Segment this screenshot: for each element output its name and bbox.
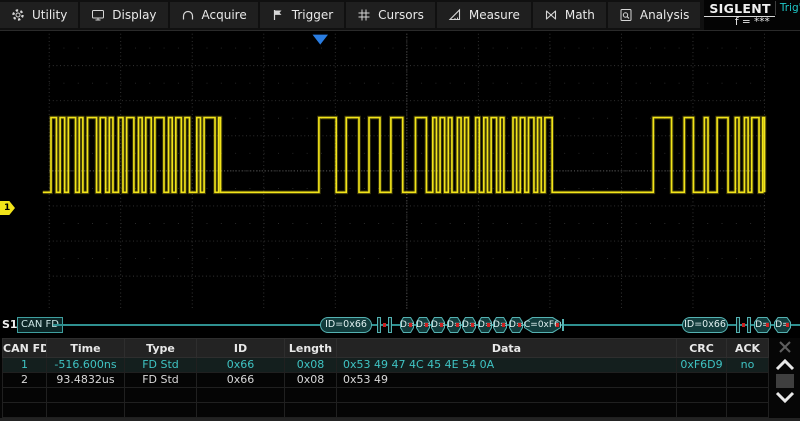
table-cell[interactable]: 0x53 49 [337,373,677,388]
table-cell[interactable] [125,403,197,418]
menu-item-label: Math [565,8,595,22]
menu-item-acquire[interactable]: Acquire [170,2,258,28]
frequency-readout: f = *** [704,16,800,29]
menu-item-label: Display [112,8,156,22]
table-cell[interactable]: no [727,358,769,373]
table-cell[interactable] [2,388,47,403]
scroll-down-button[interactable] [769,389,800,406]
table-cell[interactable] [125,388,197,403]
menu-item-cursors[interactable]: Cursors [346,2,435,28]
top-menu-bar: Utility Display Acquire Trigger Cursors Measu… [0,0,800,30]
menu-item-display[interactable]: Display [80,2,167,28]
table-cell[interactable] [727,373,769,388]
column-header: Time [47,338,125,358]
menu-item-label: Measure [469,8,520,22]
column-header: CAN FD [2,338,47,358]
trigger-status-badge: Trig'd [775,1,800,15]
menu-item-label: Trigger [292,8,333,22]
menu-item-trigger[interactable]: Trigger [260,2,344,28]
menu-item-label: Utility [32,8,67,22]
menu-item-measure[interactable]: Measure [437,2,531,28]
table-cell[interactable]: 0x66 [197,373,285,388]
table-cell[interactable]: FD Std [125,358,197,373]
column-header: CRC [677,338,727,358]
table-cell[interactable] [337,403,677,418]
table-cell[interactable] [285,403,337,418]
status-block: SIGLENT Trig'd f = *** [704,0,800,30]
measure-icon [448,8,462,22]
table-cell[interactable]: 0x66 [197,358,285,373]
table-cell[interactable] [197,403,285,418]
table-cell[interactable]: 2 [2,373,47,388]
table-cell[interactable] [285,388,337,403]
table-cell[interactable] [337,388,677,403]
table-cell[interactable]: 93.4832us [47,373,125,388]
table-cell[interactable] [677,403,727,418]
menu-item-label: Acquire [202,8,247,22]
table-scroll-column [769,338,800,418]
scrollbar-thumb[interactable] [776,374,794,388]
table-cell[interactable]: 0xF6D9 [677,358,727,373]
table-cell[interactable]: FD Std [125,373,197,388]
math-icon [544,8,558,22]
menu-item-analysis[interactable]: Analysis [608,2,700,28]
gear-icon [11,8,25,22]
table-cell[interactable] [727,388,769,403]
menu-item-math[interactable]: Math [533,2,606,28]
waveform-display[interactable]: 1 S1 CAN FD ID=0x66D=D=D=D=D=D=D=D=C=0xF… [0,30,800,338]
menu: Utility Display Acquire Trigger Cursors Measu… [0,0,702,30]
monitor-icon [91,8,105,22]
table-body: 1-516.600nsFD Std0x660x080x53 49 47 4C 4… [2,358,769,418]
table-cell[interactable] [197,388,285,403]
table-cell[interactable]: 0x53 49 47 4C 45 4E 54 0A [337,358,677,373]
analysis-icon [619,8,633,22]
oscilloscope-screen: Utility Display Acquire Trigger Cursors Measu… [0,0,800,421]
decode-list-table: CAN FDTimeTypeIDLengthDataCRCACK 1-516.6… [0,338,800,421]
table-cell[interactable] [727,403,769,418]
column-header: Data [337,338,677,358]
graticule-and-trace [0,31,800,339]
column-header: ACK [727,338,769,358]
table-cell[interactable]: 0x08 [285,373,337,388]
table-cell[interactable] [47,388,125,403]
flag-icon [271,8,285,22]
acquire-icon [181,8,195,22]
table-cell[interactable] [677,373,727,388]
table-header-row: CAN FDTimeTypeIDLengthDataCRCACK [2,338,769,358]
menu-item-label: Analysis [640,8,689,22]
column-header: ID [197,338,285,358]
brand-row: SIGLENT Trig'd [704,0,800,16]
table-cell[interactable]: 1 [2,358,47,373]
brand-logo: SIGLENT [704,0,775,17]
table-cell[interactable] [47,403,125,418]
column-header: Length [285,338,337,358]
trigger-position-marker[interactable] [313,35,328,45]
column-header: Type [125,338,197,358]
scroll-up-button[interactable] [769,356,800,373]
cursors-icon [357,8,371,22]
table-cell[interactable]: 0x08 [285,358,337,373]
table-cell[interactable]: -516.600ns [47,358,125,373]
menu-item-utility[interactable]: Utility [0,2,78,28]
table-cell[interactable] [2,403,47,418]
close-table-button[interactable] [769,338,800,356]
table-cell[interactable] [677,388,727,403]
menu-item-label: Cursors [378,8,424,22]
